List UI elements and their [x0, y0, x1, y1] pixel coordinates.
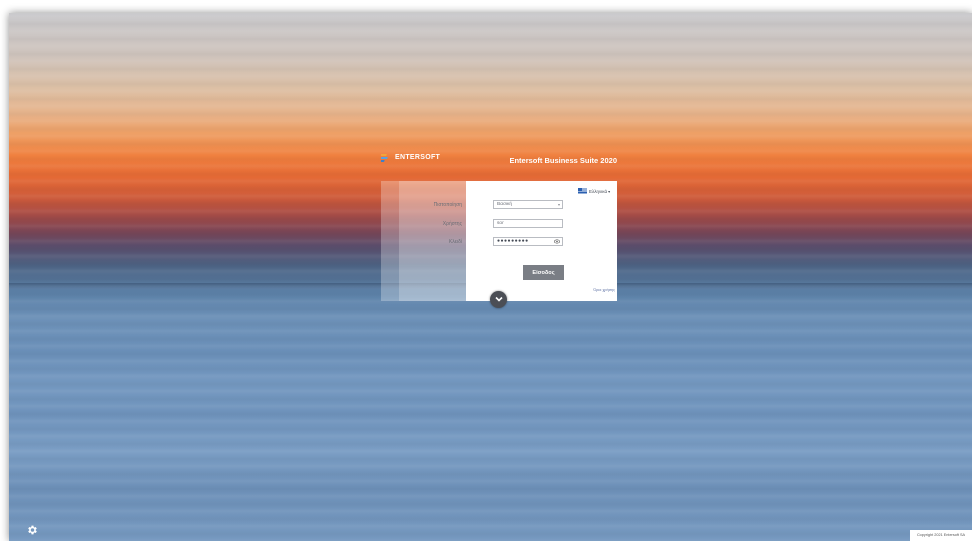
user-label: Χρήστης: [442, 221, 462, 227]
expand-button[interactable]: [490, 291, 507, 308]
username-input[interactable]: sor: [493, 219, 563, 228]
terms-link[interactable]: Όροι χρήσης: [583, 288, 615, 292]
company-label: Πιστοποίηση: [433, 202, 462, 208]
company-select[interactable]: Βασική ▾: [493, 200, 563, 209]
suite-title: Entersoft Business Suite 2020: [509, 156, 617, 165]
chevron-down-icon: [494, 296, 503, 302]
entersoft-logo: ENTERSOFT: [381, 151, 451, 165]
window-frame: ENTERSOFT Entersoft Business Suite 2020 …: [0, 0, 972, 541]
chevron-down-icon: ▾: [557, 202, 560, 207]
language-label: Ελληνικά: [589, 188, 608, 194]
password-label: Κλειδί: [448, 239, 462, 245]
gear-icon[interactable]: [26, 524, 38, 536]
caret-down-icon: ▾: [608, 188, 611, 194]
company-value: Βασική: [497, 202, 513, 207]
password-value: ●●●●●●●●●: [497, 238, 529, 244]
login-button[interactable]: Είσοδος: [523, 265, 564, 280]
password-input[interactable]: ●●●●●●●●●: [493, 237, 563, 246]
logo-text: ENTERSOFT: [395, 154, 441, 161]
logo-mark-icon: [381, 154, 388, 162]
language-selector[interactable]: Ελληνικά ▾: [578, 187, 610, 195]
username-value: sor: [497, 221, 504, 226]
greek-flag-icon: [578, 188, 587, 194]
copyright-text: Copyright 2021 Entersoft SA: [910, 530, 972, 541]
eye-icon[interactable]: [554, 239, 560, 244]
